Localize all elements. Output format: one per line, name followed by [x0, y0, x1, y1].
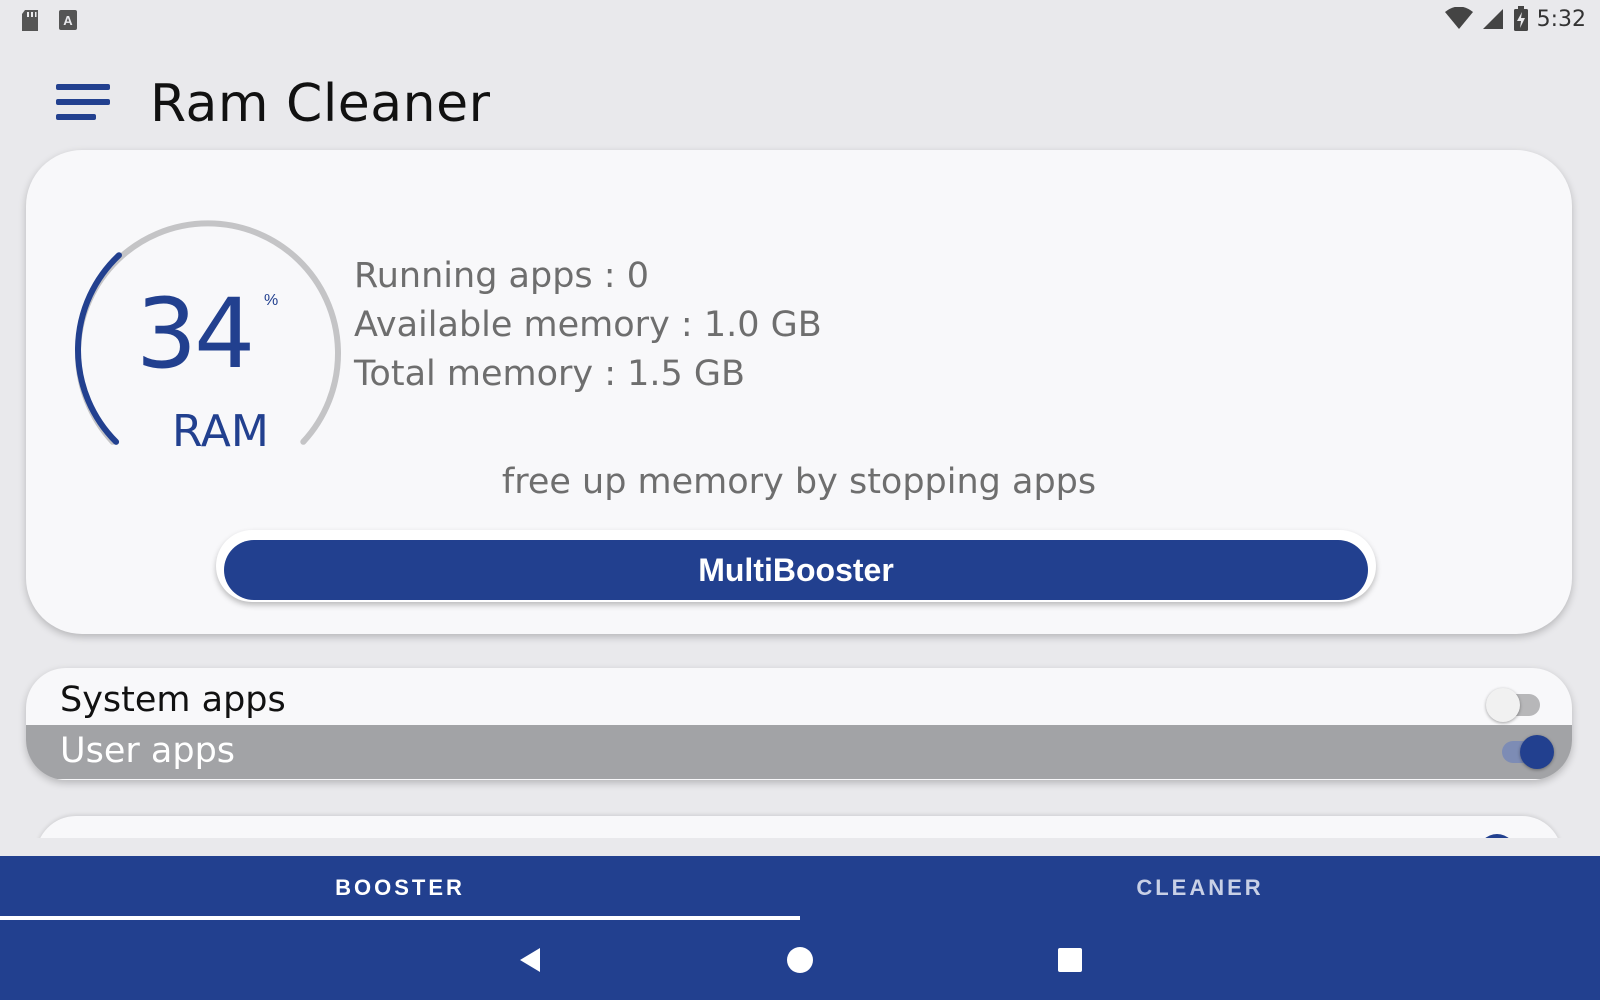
ram-usage-value: 34 — [136, 278, 255, 390]
bottom-tab-bar: BOOSTER CLEANER — [0, 856, 1600, 920]
recents-icon[interactable] — [1048, 938, 1092, 982]
ram-label: RAM — [172, 406, 269, 457]
hamburger-menu-icon[interactable] — [56, 82, 112, 124]
running-apps-text: Running apps : 0 — [354, 256, 649, 296]
battery-charging-icon — [1513, 6, 1528, 31]
status-left-icons: A — [20, 9, 78, 33]
scroll-cutoff — [0, 838, 1600, 858]
multibooster-button[interactable]: MultiBooster — [224, 540, 1368, 600]
svg-text:A: A — [63, 13, 73, 28]
cell-signal-icon — [1482, 9, 1503, 29]
gauge-fill — [75, 252, 122, 445]
toggle-thumb — [1486, 688, 1520, 722]
system-nav-bar — [0, 920, 1600, 1000]
wifi-icon — [1444, 7, 1473, 29]
app-filter-card: System apps User apps — [26, 668, 1572, 780]
home-icon[interactable] — [778, 938, 822, 982]
total-memory-text: Total memory : 1.5 GB — [354, 354, 746, 394]
user-apps-toggle[interactable] — [1498, 731, 1554, 771]
available-memory-text: Available memory : 1.0 GB — [354, 305, 822, 345]
system-apps-row[interactable]: System apps — [26, 668, 1572, 722]
status-bar: A 5:32 — [0, 0, 1600, 42]
user-apps-row[interactable]: User apps — [26, 725, 1572, 779]
status-right-icons: 5:32 — [1444, 6, 1586, 32]
sd-card-icon — [22, 10, 38, 31]
system-apps-toggle[interactable] — [1486, 684, 1542, 724]
app-bar: Ram Cleaner — [0, 60, 1600, 148]
tab-booster[interactable]: BOOSTER — [0, 856, 800, 920]
back-icon[interactable] — [508, 938, 552, 982]
system-apps-label: System apps — [60, 680, 286, 720]
keyboard-a-icon: A — [59, 10, 77, 30]
ram-usage-percent-sign: % — [264, 292, 279, 309]
page-title: Ram Cleaner — [150, 74, 491, 134]
ram-status-card: 34 % RAM Running apps : 0 Available memo… — [26, 150, 1572, 634]
memory-stats: Running apps : 0 Available memory : 1.0 … — [354, 252, 822, 399]
user-apps-label: User apps — [60, 731, 236, 771]
tab-cleaner[interactable]: CLEANER — [800, 856, 1600, 920]
status-time: 5:32 — [1536, 6, 1586, 32]
hint-text: free up memory by stopping apps — [501, 462, 1097, 502]
toggle-thumb — [1520, 735, 1554, 769]
